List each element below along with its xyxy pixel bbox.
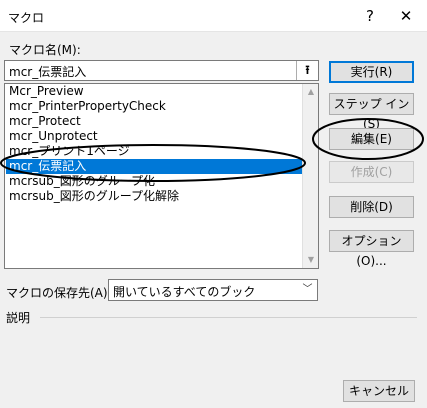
scroll-up-arrow-icon[interactable]: ▲	[303, 84, 318, 100]
step-into-button[interactable]: ステップ イン(S)	[329, 93, 414, 131]
list-item[interactable]: mcr_Protect	[6, 114, 306, 129]
delete-button[interactable]: 削除(D)	[329, 196, 414, 218]
close-button[interactable]: ✕	[391, 3, 421, 29]
list-item[interactable]: mcrsub_図形のグループ化解除	[6, 189, 306, 204]
macro-name-label: マクロ名(M):	[9, 43, 81, 57]
close-icon: ✕	[399, 7, 413, 25]
list-item[interactable]: mcr_プリント1ページ	[6, 144, 306, 159]
chevron-down-icon[interactable]: ﹀	[298, 280, 317, 300]
list-item[interactable]: mcr_Unprotect	[6, 129, 306, 144]
list-scrollbar[interactable]: ▲ ▼	[302, 84, 318, 268]
upload-arrow-icon: ⭱	[305, 63, 310, 77]
title-bar: マクロ ? ✕	[0, 0, 427, 32]
description-divider	[40, 317, 417, 318]
upload-button[interactable]: ⭱	[296, 61, 318, 80]
help-button[interactable]: ?	[356, 3, 384, 29]
edit-button[interactable]: 編集(E)	[329, 128, 414, 150]
macro-name-input[interactable]: mcr_伝票記入	[4, 60, 319, 81]
question-icon: ?	[366, 7, 374, 25]
run-button[interactable]: 実行(R)	[329, 61, 414, 83]
cancel-button[interactable]: キャンセル	[343, 380, 415, 402]
window-title: マクロ	[8, 11, 45, 25]
list-item[interactable]: mcr_PrinterPropertyCheck	[6, 99, 306, 114]
list-item[interactable]: mcrsub_図形のグループ化	[6, 174, 306, 189]
store-label: マクロの保存先(A):	[6, 286, 112, 300]
macro-list[interactable]: Mcr_Preview mcr_PrinterPropertyCheck mcr…	[4, 83, 319, 269]
store-select[interactable]: 開いているすべてのブック	[108, 279, 318, 301]
description-label: 説明	[6, 311, 31, 325]
options-button[interactable]: オプション(O)...	[329, 230, 414, 268]
list-item-selected[interactable]: mcr_伝票記入	[6, 159, 306, 174]
scroll-down-arrow-icon[interactable]: ▼	[303, 252, 318, 268]
create-button: 作成(C)	[329, 161, 414, 183]
list-item[interactable]: Mcr_Preview	[6, 84, 306, 99]
